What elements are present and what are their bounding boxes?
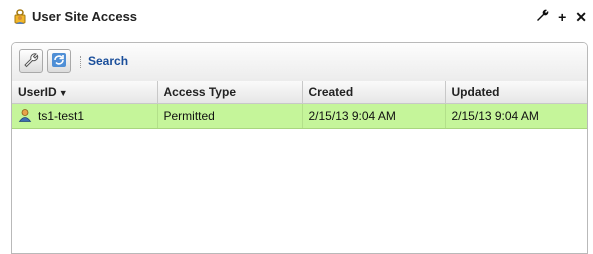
settings-button[interactable] <box>19 49 43 73</box>
cell-userid: ts1-test1 <box>12 103 158 129</box>
close-icon[interactable]: ✕ <box>575 9 587 25</box>
wrench-icon[interactable] <box>536 9 549 25</box>
cell-created: 2/15/13 9:04 AM <box>302 103 446 129</box>
table-header-row: UserID ▼ Access Type Created Updated <box>12 81 587 104</box>
user-site-access-panel: Search UserID ▼ Access Type Created Updat… <box>11 42 588 254</box>
wrench-icon <box>23 52 39 71</box>
cell-access-type: Permitted <box>157 103 303 129</box>
refresh-icon <box>51 52 67 71</box>
column-header-created[interactable]: Created <box>302 81 446 104</box>
table-row[interactable]: ts1-test1 Permitted 2/15/13 9:04 AM 2/15… <box>12 103 587 129</box>
user-lock-icon <box>12 9 28 25</box>
toolbar-separator <box>80 56 83 68</box>
access-table: UserID ▼ Access Type Created Updated ts1… <box>12 81 587 129</box>
panel-header: User Site Access + ✕ <box>0 0 593 34</box>
column-header-updated[interactable]: Updated <box>445 81 587 104</box>
refresh-button[interactable] <box>47 49 71 73</box>
toolbar: Search <box>12 43 587 82</box>
user-icon <box>18 108 32 125</box>
user-id-text: ts1-test1 <box>38 109 85 123</box>
panel-title: User Site Access <box>32 9 138 24</box>
column-label: UserID <box>18 85 57 99</box>
column-header-access-type[interactable]: Access Type <box>157 81 303 104</box>
cell-updated: 2/15/13 9:04 AM <box>445 103 587 129</box>
search-link[interactable]: Search <box>88 54 128 68</box>
column-header-userid[interactable]: UserID ▼ <box>12 81 158 104</box>
plus-icon[interactable]: + <box>558 9 566 25</box>
sort-desc-icon: ▼ <box>58 88 68 98</box>
header-actions: + ✕ <box>536 9 587 25</box>
